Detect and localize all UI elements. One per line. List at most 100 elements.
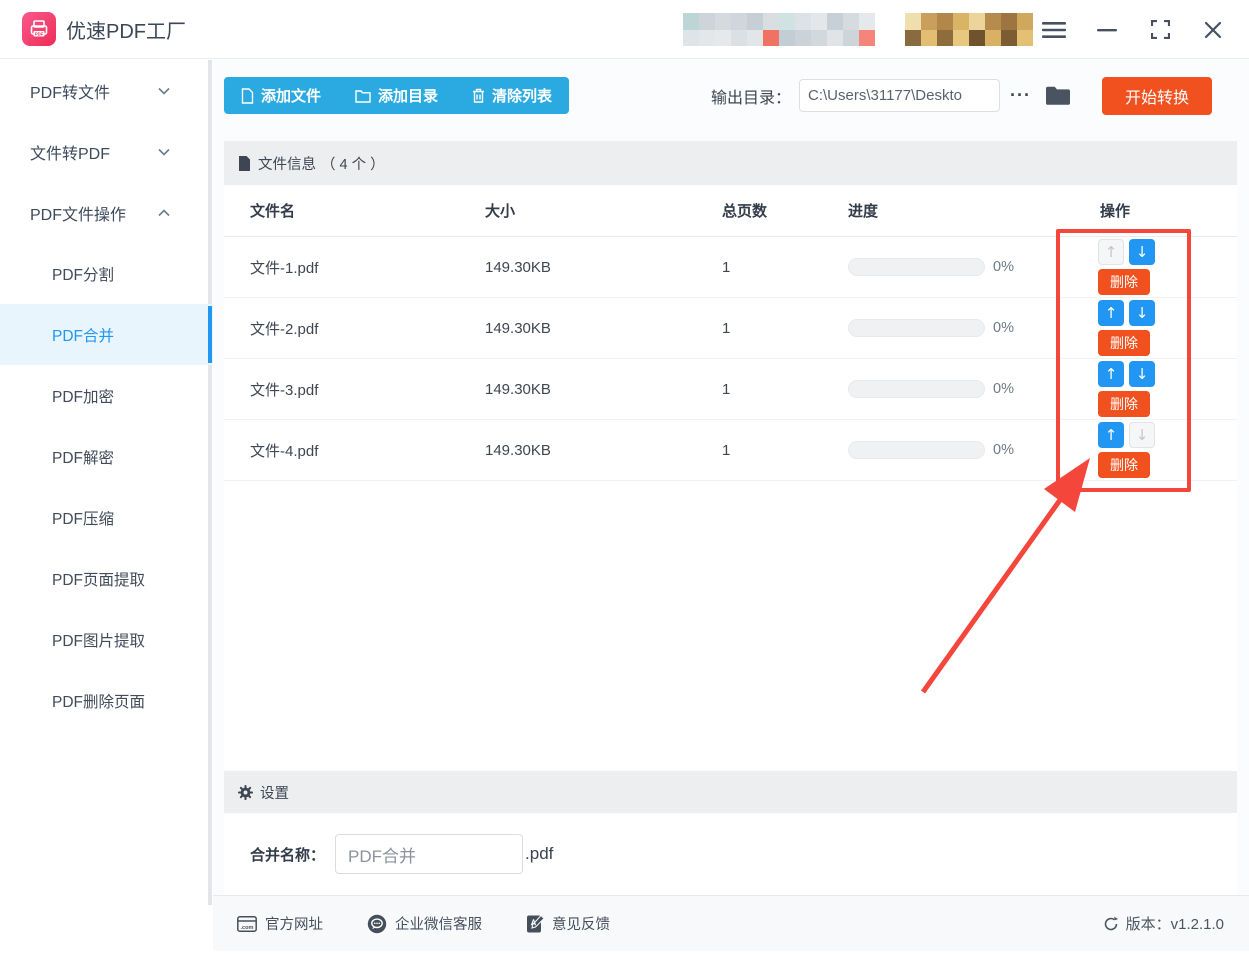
clear-list-button[interactable]: 清除列表 [455,77,569,114]
sidebar-item-6[interactable]: PDF解密 [0,426,213,487]
move-down-button[interactable]: ↓ [1129,300,1155,326]
browse-ellipsis-button[interactable]: ··· [1010,85,1031,106]
sidebar-item-5[interactable]: PDF加密 [0,365,213,426]
hamburger-menu-icon[interactable] [1042,18,1066,42]
cell-filename: 文件-1.pdf [250,259,319,277]
file-info-bar: 文件信息 （ 4 个 ） [224,141,1237,185]
merge-name-label: 合并名称： [250,846,326,864]
official-website-link[interactable]: .com 官方网址 [237,913,323,934]
sidebar-item-9[interactable]: PDF图片提取 [0,609,213,670]
add-directory-button[interactable]: 添加目录 [338,77,455,114]
file-extension-suffix: .pdf [525,844,554,863]
add-file-button[interactable]: 添加文件 [224,77,338,114]
sidebar-item-label: PDF页面提取 [52,571,146,589]
cell-filename: 文件-2.pdf [250,320,319,338]
clear-list-label: 清除列表 [492,88,553,105]
sidebar-item-label: PDF转文件 [30,84,111,102]
svg-text:.com: .com [240,925,253,931]
sidebar-item-label: PDF压缩 [52,510,115,528]
cell-pages: 1 [722,319,731,337]
gear-icon [238,784,253,800]
reorder-buttons: ↑ ↓ [1098,300,1155,326]
cell-progress: 0% [848,380,1096,398]
file-count: （ 4 个 ） [321,156,385,173]
move-up-button[interactable]: ↑ [1098,300,1124,326]
redacted-blur-block-1 [683,13,875,46]
cell-size: 149.30KB [485,319,551,337]
maximize-icon[interactable] [1148,18,1172,42]
sidebar-item-label: PDF加密 [52,388,115,406]
column-header-pages: 总页数 [722,203,768,220]
progress-percent: 0% [993,442,1014,458]
table-row: 文件-3.pdf 149.30KB 1 0% ↑ ↓ 删除 [224,359,1237,420]
sidebar-item-4[interactable]: PDF合并 [0,304,213,365]
reorder-buttons: ↑ ↓ [1098,239,1155,265]
move-up-button[interactable]: ↑ [1098,422,1124,448]
app-title: 优速PDF工厂 [66,20,186,43]
progress-bar [848,319,985,337]
wechat-service-icon [367,914,387,933]
file-panel: 文件信息 （ 4 个 ） 文件名 大小 总页数 进度 操作 文件-1.pdf 14… [224,141,1237,895]
cell-pages: 1 [722,380,731,398]
minimize-icon[interactable] [1095,18,1119,42]
feedback-icon [527,914,544,932]
move-down-button[interactable]: ↓ [1129,239,1155,265]
output-directory-cluster: 输出目录： ··· 开始转换 [711,76,1212,115]
cell-actions: ↑ ↓ 删除 [1096,239,1237,295]
sidebar-item-7[interactable]: PDF压缩 [0,487,213,548]
column-header-actions: 操作 [1100,203,1131,220]
start-convert-button[interactable]: 开始转换 [1102,76,1212,115]
open-folder-icon[interactable] [1045,85,1072,106]
reorder-buttons: ↑ ↓ [1098,422,1155,448]
chevron-up-icon [158,208,170,216]
refresh-icon[interactable] [1103,916,1119,932]
close-icon[interactable] [1201,18,1225,42]
wechat-service-link[interactable]: 企业微信客服 [367,913,482,934]
chevron-down-icon [158,148,170,156]
sidebar-item-8[interactable]: PDF页面提取 [0,548,213,609]
website-icon: .com [237,915,257,932]
sidebar-item-3[interactable]: PDF分割 [0,243,213,304]
add-directory-label: 添加目录 [378,88,439,105]
delete-button[interactable]: 删除 [1098,391,1150,417]
delete-button[interactable]: 删除 [1098,452,1150,478]
feedback-label: 意见反馈 [552,917,610,933]
cell-size: 149.30KB [485,380,551,398]
column-header-filename: 文件名 [250,203,296,220]
svg-text:PDF: PDF [35,31,44,36]
sidebar-item-label: PDF合并 [52,327,115,345]
move-up-button[interactable]: ↑ [1098,361,1124,387]
output-directory-label: 输出目录： [711,89,792,107]
merge-name-input[interactable] [335,834,524,874]
window-controls [1042,0,1225,59]
move-down-button[interactable]: ↓ [1129,361,1155,387]
progress-percent: 0% [993,320,1014,336]
sidebar-item-0[interactable]: PDF转文件 [0,60,213,121]
progress-percent: 0% [993,259,1014,275]
table-row: 文件-2.pdf 149.30KB 1 0% ↑ ↓ 删除 [224,298,1237,359]
main-content: 添加文件 添加目录 清除列表 输出目录： ··· 开始转换 文件信息 [213,60,1249,951]
column-header-size: 大小 [485,203,516,220]
delete-button[interactable]: 删除 [1098,269,1150,295]
move-down-button[interactable]: ↓ [1129,422,1155,448]
cell-actions: ↑ ↓ 删除 [1096,300,1237,356]
output-directory-input[interactable] [799,79,1001,112]
add-file-label: 添加文件 [261,88,322,105]
sidebar-item-2[interactable]: PDF文件操作 [0,182,213,243]
delete-button[interactable]: 删除 [1098,330,1150,356]
move-up-button[interactable]: ↑ [1098,239,1124,265]
redacted-blur-block-2 [905,13,1033,46]
cell-progress: 0% [848,258,1096,276]
cell-progress: 0% [848,319,1096,337]
feedback-link[interactable]: 意见反馈 [526,913,610,934]
cell-size: 149.30KB [485,441,551,459]
sidebar-item-label: 文件转PDF [30,145,111,163]
reorder-buttons: ↑ ↓ [1098,361,1155,387]
cell-size: 149.30KB [485,258,551,276]
progress-bar [848,441,985,459]
sidebar-item-1[interactable]: 文件转PDF [0,121,213,182]
footer: .com 官方网址 企业微信客服 意见反馈 版本：v1.2.1.0 [213,895,1249,951]
version-info: 版本：v1.2.1.0 [1103,913,1224,934]
sidebar-item-10[interactable]: PDF删除页面 [0,670,213,731]
cell-actions: ↑ ↓ 删除 [1096,422,1237,478]
